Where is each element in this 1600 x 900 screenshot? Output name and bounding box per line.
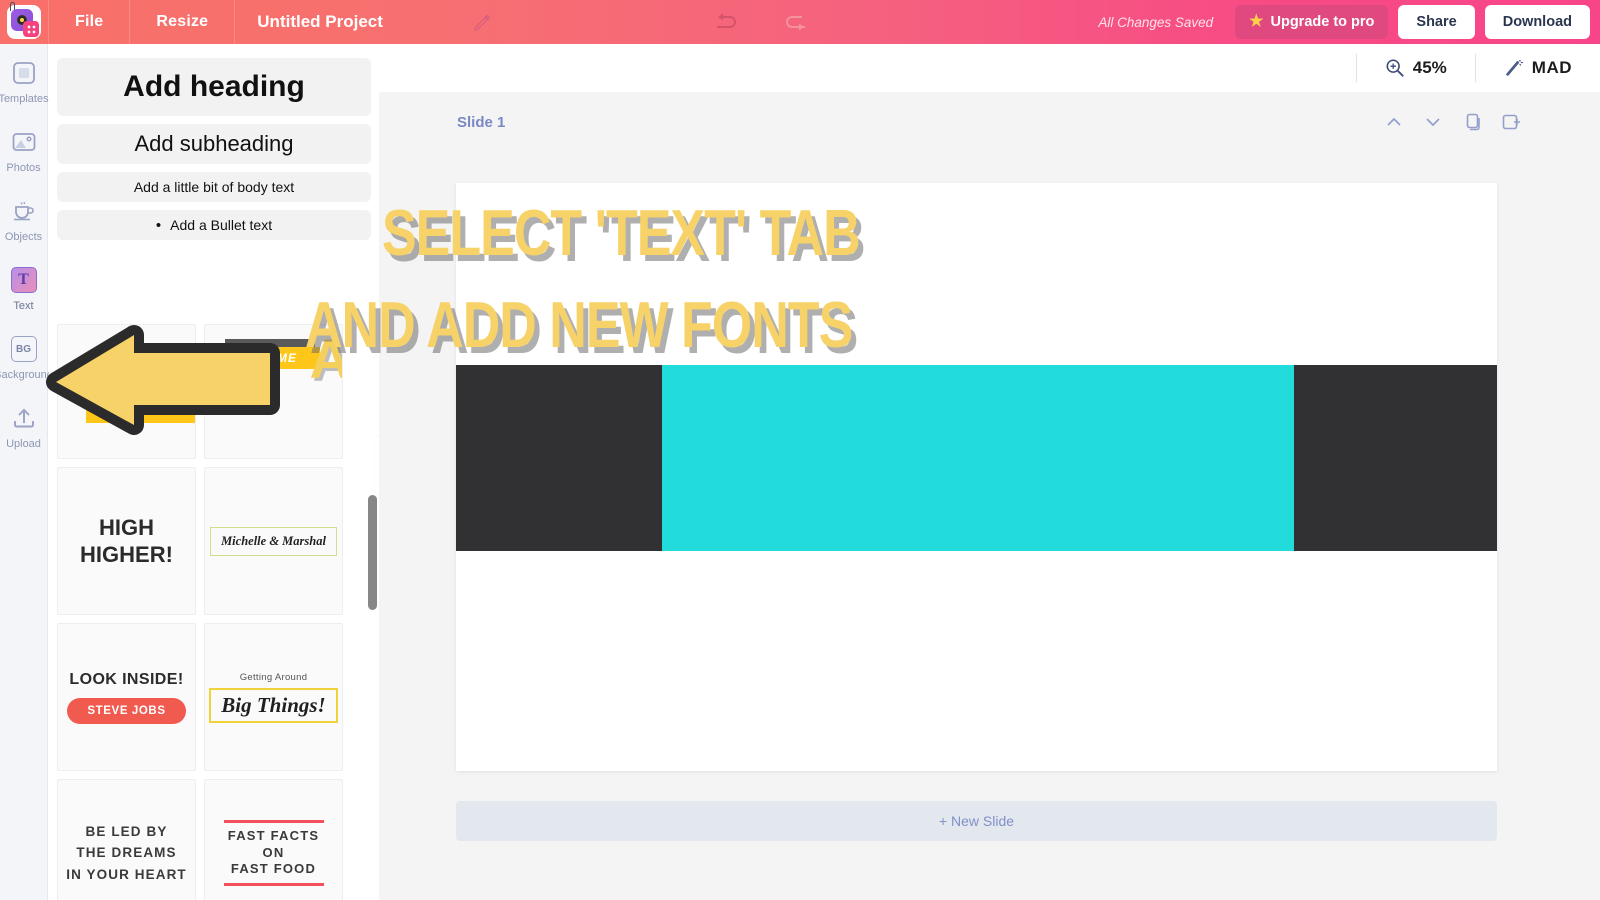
text-template-high-higher[interactable]: HIGH HIGHER! bbox=[57, 467, 196, 615]
text-template-grid: MOMENTS WITH ME A HIGH HIGHER! Michelle … bbox=[49, 324, 379, 900]
sidebar-label-photos: Photos bbox=[6, 162, 41, 174]
sidebar-item-photos[interactable]: Photos bbox=[0, 127, 48, 174]
redo-arrow-icon bbox=[785, 16, 805, 31]
add-bullet-text-button[interactable]: • Add a Bullet text bbox=[57, 210, 371, 240]
menu-resize[interactable]: Resize bbox=[130, 0, 236, 44]
pencil-icon bbox=[474, 14, 491, 31]
template-line-3: IN YOUR HEART bbox=[66, 866, 187, 882]
text-template-with-me[interactable]: WITH ME A bbox=[204, 324, 343, 459]
sidebar-label-background: Background bbox=[0, 369, 53, 381]
sidebar-label-text: Text bbox=[13, 300, 34, 312]
add-bullet-text-label: Add a Bullet text bbox=[170, 217, 273, 233]
sidebar-item-text[interactable]: T Text bbox=[0, 265, 48, 312]
template-text: MOMENTS bbox=[81, 382, 172, 400]
upgrade-to-pro-button[interactable]: ★ Upgrade to pro bbox=[1235, 5, 1389, 39]
sidebar-item-templates[interactable]: Templates bbox=[0, 58, 49, 105]
text-template-look-inside[interactable]: LOOK INSIDE! STEVE JOBS bbox=[57, 623, 196, 771]
add-subheading-button[interactable]: Add subheading bbox=[57, 124, 371, 164]
template-text: WITH ME bbox=[215, 347, 320, 369]
save-status-label: All Changes Saved bbox=[1098, 14, 1214, 30]
zoom-in-magnifier-icon bbox=[1386, 59, 1404, 77]
text-template-fast-facts[interactable]: FAST FACTS ON FAST FOOD bbox=[204, 779, 343, 900]
sidebar-label-upload: Upload bbox=[6, 438, 41, 450]
add-slide-icon[interactable] bbox=[1500, 111, 1522, 133]
star-icon: ★ bbox=[1249, 13, 1264, 30]
add-body-text-button[interactable]: Add a little bit of body text bbox=[57, 172, 371, 202]
slide-label: Slide 1 bbox=[457, 113, 506, 131]
menu-file[interactable]: File bbox=[48, 0, 131, 44]
template-line-3: FAST FOOD bbox=[230, 861, 317, 877]
coffee-cup-objects-icon bbox=[9, 196, 39, 226]
add-heading-button[interactable]: Add heading bbox=[57, 58, 371, 116]
sidebar-item-background[interactable]: BG Background bbox=[0, 334, 53, 381]
template-text: Michelle & Marshal bbox=[210, 526, 337, 556]
text-template-dreams[interactable]: BE LED BY THE DREAMS IN YOUR HEART bbox=[57, 779, 196, 900]
sidebar-label-templates: Templates bbox=[0, 93, 49, 105]
template-line-2: THE DREAMS bbox=[76, 845, 177, 861]
move-slide-up-icon[interactable] bbox=[1383, 111, 1405, 133]
redo-button[interactable] bbox=[779, 7, 813, 37]
undo-button[interactable] bbox=[709, 7, 743, 37]
template-line-2: HIGHER! bbox=[80, 542, 173, 567]
text-template-michelle-marshal[interactable]: Michelle & Marshal bbox=[204, 467, 343, 615]
zoom-level-label: 45% bbox=[1412, 58, 1447, 77]
template-title: LOOK INSIDE! bbox=[69, 670, 184, 688]
sidebar-label-objects: Objects bbox=[4, 231, 43, 243]
templates-icon bbox=[9, 58, 39, 88]
canvas-cyan-highlight[interactable] bbox=[662, 365, 1294, 551]
slide-header: Slide 1 bbox=[379, 92, 1600, 152]
text-T-icon: T bbox=[9, 265, 39, 295]
template-title: Big Things! bbox=[209, 687, 338, 723]
template-pill: STEVE JOBS bbox=[67, 697, 186, 724]
upgrade-label: Upgrade to pro bbox=[1270, 14, 1375, 30]
template-line-2: ON bbox=[262, 844, 285, 860]
text-panel-scrollbar[interactable] bbox=[368, 495, 377, 610]
new-slide-button[interactable]: + New Slide bbox=[456, 801, 1497, 841]
upload-arrow-icon bbox=[9, 403, 39, 433]
zoom-toolbar: 45% MAD bbox=[379, 44, 1600, 92]
magic-wand-icon bbox=[1506, 60, 1523, 76]
history-controls bbox=[709, 7, 813, 37]
project-title[interactable]: Untitled Project bbox=[235, 0, 405, 44]
animaker-logo-icon bbox=[7, 2, 41, 39]
rename-project-button[interactable] bbox=[465, 0, 499, 44]
move-slide-down-icon[interactable] bbox=[1422, 111, 1444, 133]
left-tool-rail: Templates Photos Objects T Text BG Backg… bbox=[0, 44, 53, 900]
bullet-dot-icon: • bbox=[155, 216, 162, 234]
canvas-dark-band[interactable] bbox=[456, 365, 1497, 551]
mad-control[interactable]: MAD bbox=[1474, 54, 1600, 82]
template-line-1: BE LED BY bbox=[85, 823, 168, 839]
text-template-moments[interactable]: MOMENTS bbox=[57, 324, 196, 459]
template-line-1: HIGH bbox=[98, 514, 154, 540]
duplicate-slide-icon[interactable] bbox=[1461, 111, 1483, 133]
sidebar-item-upload[interactable]: Upload bbox=[0, 403, 48, 450]
undo-arrow-icon bbox=[716, 13, 736, 28]
zoom-control[interactable]: 45% bbox=[1355, 54, 1475, 82]
mad-label: MAD bbox=[1531, 58, 1572, 77]
topbar-right-actions: All Changes Saved ★ Upgrade to pro Share… bbox=[1098, 0, 1600, 44]
text-panel: Add heading Add subheading Add a little … bbox=[49, 44, 379, 900]
template-line-1: FAST FACTS bbox=[227, 827, 320, 843]
slide-actions bbox=[1383, 111, 1522, 133]
app-logo-button[interactable] bbox=[0, 0, 48, 44]
slide-canvas[interactable] bbox=[456, 183, 1497, 771]
editor-area: 45% MAD Slide 1 + New Slide bbox=[379, 44, 1600, 900]
top-toolbar: File Resize Untitled Project All Changes… bbox=[0, 0, 1600, 44]
sidebar-item-objects[interactable]: Objects bbox=[0, 196, 48, 243]
download-button[interactable]: Download bbox=[1484, 5, 1590, 39]
bg-icon: BG bbox=[9, 334, 39, 364]
share-button[interactable]: Share bbox=[1398, 5, 1475, 39]
text-template-big-things[interactable]: Getting Around Big Things! bbox=[204, 623, 343, 771]
photos-image-icon bbox=[9, 127, 39, 157]
template-big-letter: A bbox=[310, 331, 342, 387]
animaker-editor-window: File Resize Untitled Project All Changes… bbox=[0, 0, 1600, 900]
template-subtitle: Getting Around bbox=[239, 671, 308, 683]
